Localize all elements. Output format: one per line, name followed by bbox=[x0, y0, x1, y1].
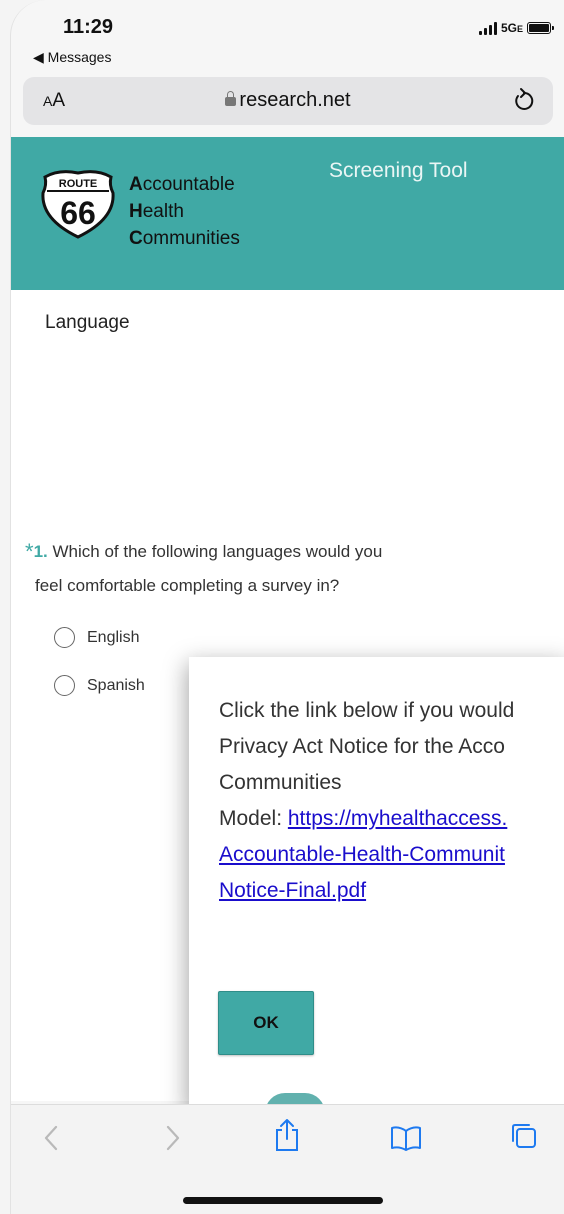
dialog-message: Click the link below if you would Privac… bbox=[219, 699, 515, 902]
forward-icon[interactable] bbox=[161, 1123, 183, 1158]
lock-icon bbox=[225, 91, 237, 106]
option-spanish[interactable]: Spanish bbox=[54, 675, 145, 696]
address-bar[interactable]: AA research.net bbox=[23, 77, 553, 125]
network-label: 5GE bbox=[500, 21, 523, 35]
tabs-icon[interactable] bbox=[509, 1121, 539, 1156]
back-to-messages[interactable]: ◀ Messages bbox=[33, 49, 111, 66]
privacy-notice-dialog: Click the link below if you would Privac… bbox=[189, 657, 564, 1111]
status-time: 11:29 bbox=[63, 16, 114, 38]
signal-icon bbox=[478, 21, 497, 35]
required-mark: * bbox=[25, 539, 34, 564]
page-title: Screening Tool bbox=[329, 159, 468, 182]
site-header: ROUTE 66 Accountable Health Communities … bbox=[11, 137, 564, 290]
url-text: research.net bbox=[239, 89, 351, 111]
share-icon[interactable] bbox=[273, 1117, 301, 1158]
privacy-notice-link-cont[interactable]: Accountable-Health-Communit bbox=[219, 843, 505, 866]
radio-button[interactable] bbox=[54, 675, 75, 696]
status-indicators: 5GE bbox=[478, 21, 554, 35]
question-number: 1. bbox=[33, 542, 48, 561]
ok-button[interactable]: OK bbox=[218, 991, 314, 1055]
organization-name: Accountable Health Communities bbox=[129, 174, 240, 249]
radio-button[interactable] bbox=[54, 627, 75, 648]
option-label: Spanish bbox=[87, 676, 145, 694]
option-english[interactable]: English bbox=[54, 627, 139, 648]
web-page: ROUTE 66 Accountable Health Communities … bbox=[11, 137, 564, 1111]
svg-text:ROUTE: ROUTE bbox=[59, 178, 98, 190]
privacy-notice-link-end[interactable]: Notice-Final.pdf bbox=[219, 879, 366, 902]
phone-screen: 11:29 ◀ Messages 5GE AA research.net ROU… bbox=[10, 0, 564, 1214]
home-indicator bbox=[183, 1197, 383, 1204]
question-text-line1: Which of the following languages would y… bbox=[52, 542, 383, 561]
battery-icon bbox=[527, 22, 554, 34]
privacy-notice-link[interactable]: https://myhealthaccess. bbox=[288, 807, 507, 830]
svg-text:66: 66 bbox=[60, 195, 96, 231]
reload-icon[interactable] bbox=[511, 87, 537, 120]
question-1: *1. Which of the following languages wou… bbox=[25, 535, 564, 603]
back-icon[interactable] bbox=[41, 1123, 63, 1158]
option-label: English bbox=[87, 628, 140, 646]
url-field[interactable]: research.net bbox=[23, 89, 553, 112]
bookmarks-icon[interactable] bbox=[389, 1123, 423, 1158]
section-label: Language bbox=[45, 312, 130, 333]
question-text-line2: feel comfortable completing a survey in? bbox=[35, 576, 340, 595]
route-66-logo: ROUTE 66 bbox=[39, 167, 117, 244]
